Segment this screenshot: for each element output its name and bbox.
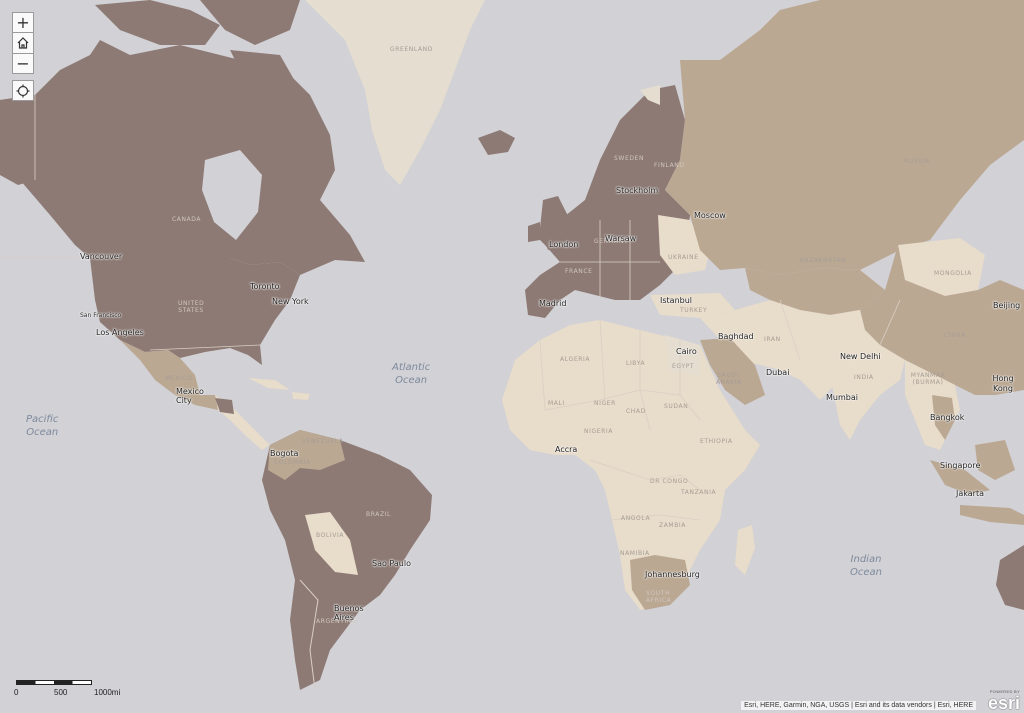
map-view[interactable]: Pacific Ocean Atlantic Ocean Indian Ocean G… <box>0 0 1024 713</box>
home-button[interactable] <box>12 32 34 54</box>
minus-icon: − <box>16 53 30 73</box>
locate-button[interactable] <box>12 80 34 101</box>
esri-wordmark: esri <box>987 693 1020 713</box>
land-alaska <box>0 95 35 185</box>
plus-icon: + <box>16 12 30 32</box>
zoom-out-button[interactable]: − <box>12 53 34 74</box>
home-icon <box>17 37 29 49</box>
esri-logo[interactable]: POWERED BY esri <box>978 689 1020 713</box>
scale-label-mid: 500 <box>54 688 68 697</box>
attribution-text[interactable]: Esri, HERE, Garmin, NGA, USGS | Esri and… <box>741 701 976 710</box>
basemap <box>0 0 1024 713</box>
scale-bar-graphic <box>16 680 92 685</box>
locate-icon <box>16 84 30 97</box>
scale-label-end: 1000mi <box>94 688 121 697</box>
scale-label-zero: 0 <box>14 688 19 697</box>
zoom-in-button[interactable]: + <box>12 12 34 33</box>
scale-bar: 0 500 1000mi <box>14 680 156 700</box>
